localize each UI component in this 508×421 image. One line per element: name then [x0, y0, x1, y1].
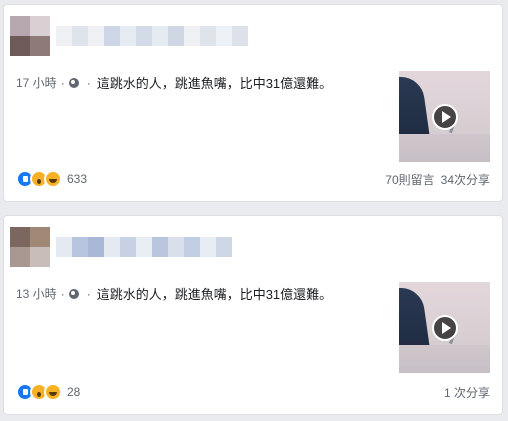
reactions[interactable]: 633 [16, 170, 87, 188]
blurred-avatar[interactable] [10, 227, 50, 267]
post-meta: 17 小時 · · 這跳水的人，跳進魚嘴，比中31億還難。 [16, 73, 332, 92]
reaction-count[interactable]: 28 [67, 385, 80, 399]
post-meta: 13 小時 · · 這跳水的人，跳進魚嘴，比中31億還難。 [16, 284, 332, 303]
thumbnail-sea [399, 345, 490, 373]
post-card: 13 小時 · · 這跳水的人，跳進魚嘴，比中31億還難。 28 1 次分享 [3, 215, 503, 415]
share-count[interactable]: 1 次分享 [444, 384, 490, 401]
post-card: 17 小時 · · 這跳水的人，跳進魚嘴，比中31億還難。 633 70則留言 … [3, 4, 503, 202]
reactions[interactable]: 28 [16, 383, 80, 401]
post-stats: 1 次分享 [444, 384, 490, 401]
blurred-avatar[interactable] [10, 16, 50, 56]
post-footer: 633 70則留言 34次分享 [16, 169, 490, 189]
share-count[interactable]: 34次分享 [441, 171, 490, 188]
blurred-author-name[interactable] [56, 26, 248, 46]
play-icon[interactable] [431, 103, 458, 130]
reaction-count[interactable]: 633 [67, 172, 87, 186]
video-thumbnail[interactable] [399, 282, 490, 373]
blurred-author-name[interactable] [56, 237, 232, 257]
post-stats: 70則留言 34次分享 [385, 171, 490, 188]
separator-dot: · [86, 286, 91, 301]
blurred-author-header [10, 16, 250, 56]
post-text: 這跳水的人，跳進魚嘴，比中31億還難。 [96, 76, 333, 91]
video-thumbnail[interactable] [399, 71, 490, 162]
separator-dot: · [86, 75, 91, 90]
globe-icon[interactable] [68, 288, 79, 299]
post-footer: 28 1 次分享 [16, 382, 490, 402]
thumbnail-sea [399, 134, 490, 162]
comment-count[interactable]: 70則留言 [385, 171, 434, 188]
post-time[interactable]: 17 小時 [16, 74, 57, 91]
play-icon[interactable] [431, 314, 458, 341]
post-text: 這跳水的人，跳進魚嘴，比中31億還難。 [96, 287, 333, 302]
separator-dot: · [60, 75, 65, 90]
haha-reaction-icon [44, 170, 62, 188]
haha-reaction-icon [44, 383, 62, 401]
globe-icon[interactable] [68, 77, 79, 88]
post-time[interactable]: 13 小時 [16, 285, 57, 302]
separator-dot: · [60, 286, 65, 301]
blurred-author-header [10, 227, 250, 267]
